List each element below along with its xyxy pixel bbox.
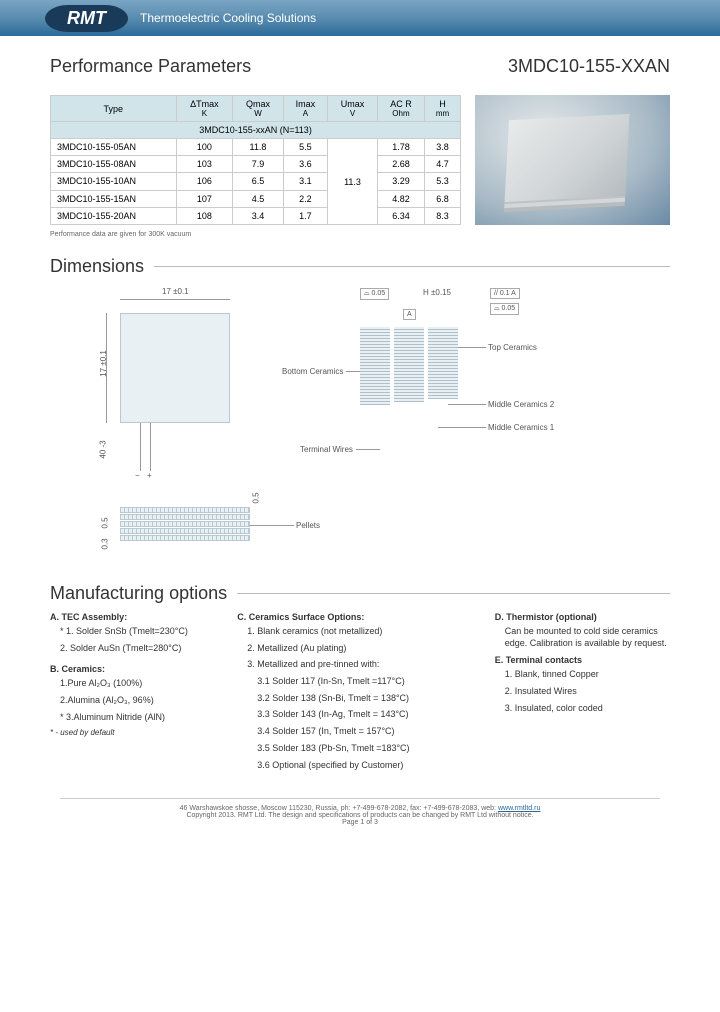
label-bottom: Bottom Ceramics <box>282 367 343 376</box>
table-row: 3MDC10-155-10AN1066.53.13.295.3 <box>51 173 461 190</box>
logo: RMT <box>45 5 128 32</box>
side-stack-2 <box>394 327 424 402</box>
mfg-note: * - used by default <box>50 728 225 737</box>
mfg-c32: 3.2 Solder 138 (Sn-Bi, Tmelt = 138°C) <box>257 693 482 705</box>
table-row: 3MDC10-155-15AN1074.52.24.826.8 <box>51 190 461 207</box>
params-table: Type ΔTmaxK QmaxW ImaxA UmaxV <box>50 95 461 225</box>
footer: 46 Warshawskoe shosse, Moscow 115230, Ru… <box>0 786 720 836</box>
th-q: QmaxW <box>233 96 284 122</box>
mfg-options: A. TEC Assembly: * 1. Solder SnSb (Tmelt… <box>50 612 670 776</box>
th-u: UmaxV <box>328 96 378 122</box>
mfg-e1: 1. Blank, tinned Copper <box>505 669 670 681</box>
pellets-stack <box>120 507 250 542</box>
mfg-c3: 3. Metallized and pre-tinned with: <box>247 659 482 671</box>
topview-box <box>120 313 230 423</box>
label-mid2: Middle Ceramics 2 <box>488 400 554 409</box>
mfg-b2: 2.Alumina (Al₂O₃, 96%) <box>60 695 225 707</box>
mfg-c-title: C. Ceramics Surface Options: <box>237 612 482 622</box>
side-stack-3 <box>428 327 458 399</box>
mfg-c36: 3.6 Optional (specified by Customer) <box>257 760 482 772</box>
title-row: Performance Parameters 3MDC10-155-XXAN <box>50 56 670 77</box>
mfg-c31: 3.1 Solder 117 (In-Sn, Tmelt =117°C) <box>257 676 482 688</box>
gdt-hnote: H ±0.15 <box>423 288 451 297</box>
mfg-c1: 1. Blank ceramics (not metallized) <box>247 626 482 638</box>
gdt-c: ⌓ 0.05 <box>490 303 519 315</box>
mfg-c33: 3.3 Solder 143 (In-Ag, Tmelt = 143°C) <box>257 709 482 721</box>
gap-05a: 0.5 <box>252 492 261 503</box>
mfg-d-title: D. Thermistor (optional) <box>495 612 670 622</box>
footer-page: Page 1 of 3 <box>50 819 670 826</box>
mfg-b-title: B. Ceramics: <box>50 664 225 674</box>
mfg-e3: 3. Insulated, color coded <box>505 703 670 715</box>
tagline: Thermoelectric Cooling Solutions <box>140 11 316 25</box>
footer-copy: Copyright 2013. RMT Ltd. The design and … <box>50 812 670 819</box>
dimensions-title: Dimensions <box>50 256 670 277</box>
dim-lead: 40 -3 <box>99 440 108 458</box>
mfg-c2: 2. Metallized (Au plating) <box>247 643 482 655</box>
mfg-e-title: E. Terminal contacts <box>495 655 670 665</box>
th-type: Type <box>51 96 177 122</box>
gdt-a: ⌓ 0.05 <box>360 288 389 300</box>
mfg-a1: * 1. Solder SnSb (Tmelt=230°C) <box>60 626 225 638</box>
gdt-b: // 0.1 A <box>490 288 520 299</box>
table-row: 3MDC10-155-20AN1083.41.76.348.3 <box>51 207 461 224</box>
gap-05b: 0.5 <box>101 517 110 528</box>
label-wires: Terminal Wires <box>300 445 353 454</box>
datum-a: A <box>403 309 416 320</box>
label-top: Top Ceramics <box>488 343 537 352</box>
mfg-b3: * 3.Aluminum Nitride (AlN) <box>60 712 225 724</box>
mfg-title: Manufacturing options <box>50 583 670 604</box>
mfg-e2: 2. Insulated Wires <box>505 686 670 698</box>
footer-addr: 46 Warshawskoe shosse, Moscow 115230, Ru… <box>180 805 498 812</box>
mfg-c34: 3.4 Solder 157 (In, Tmelt = 157°C) <box>257 726 482 738</box>
th-dt: ΔTmaxK <box>176 96 233 122</box>
mfg-a2: 2. Solder AuSn (Tmelt=280°C) <box>60 643 225 655</box>
group-row: 3MDC10-155-xxAN (N=113) <box>51 122 461 139</box>
label-pellets: Pellets <box>296 521 320 530</box>
header-bar: RMT Thermoelectric Cooling Solutions <box>0 0 720 36</box>
mfg-d1: Can be mounted to cold side ceramics edg… <box>505 626 670 649</box>
footer-link[interactable]: www.rmtltd.ru <box>498 805 540 812</box>
gap-03: 0.3 <box>101 538 110 549</box>
mfg-b1: 1.Pure Al₂O₃ (100%) <box>60 678 225 690</box>
part-number: 3MDC10-155-XXAN <box>508 56 670 77</box>
label-mid1: Middle Ceramics 1 <box>488 423 554 432</box>
th-acr: AC ROhm <box>377 96 424 122</box>
mfg-c35: 3.5 Solder 183 (Pb-Sn, Tmelt =183°C) <box>257 743 482 755</box>
th-i: ImaxA <box>283 96 327 122</box>
product-photo <box>475 95 670 225</box>
table-row: 3MDC10-155-08AN1037.93.62.684.7 <box>51 156 461 173</box>
table-row: 3MDC10-155-05AN10011.85.511.31.783.8 <box>51 139 461 156</box>
page-title: Performance Parameters <box>50 56 251 77</box>
side-stack-1 <box>360 327 390 405</box>
th-h: Hmm <box>425 96 461 122</box>
mfg-a-title: A. TEC Assembly: <box>50 612 225 622</box>
table-footnote: Performance data are given for 300K vacu… <box>50 231 670 238</box>
dim-width: 17 ±0.1 <box>162 287 189 296</box>
dimensions-diagram: 17 ±0.1 17 ±0.1 40 -3 − + ⌓ 0.05 H ±0.15… <box>50 285 670 565</box>
